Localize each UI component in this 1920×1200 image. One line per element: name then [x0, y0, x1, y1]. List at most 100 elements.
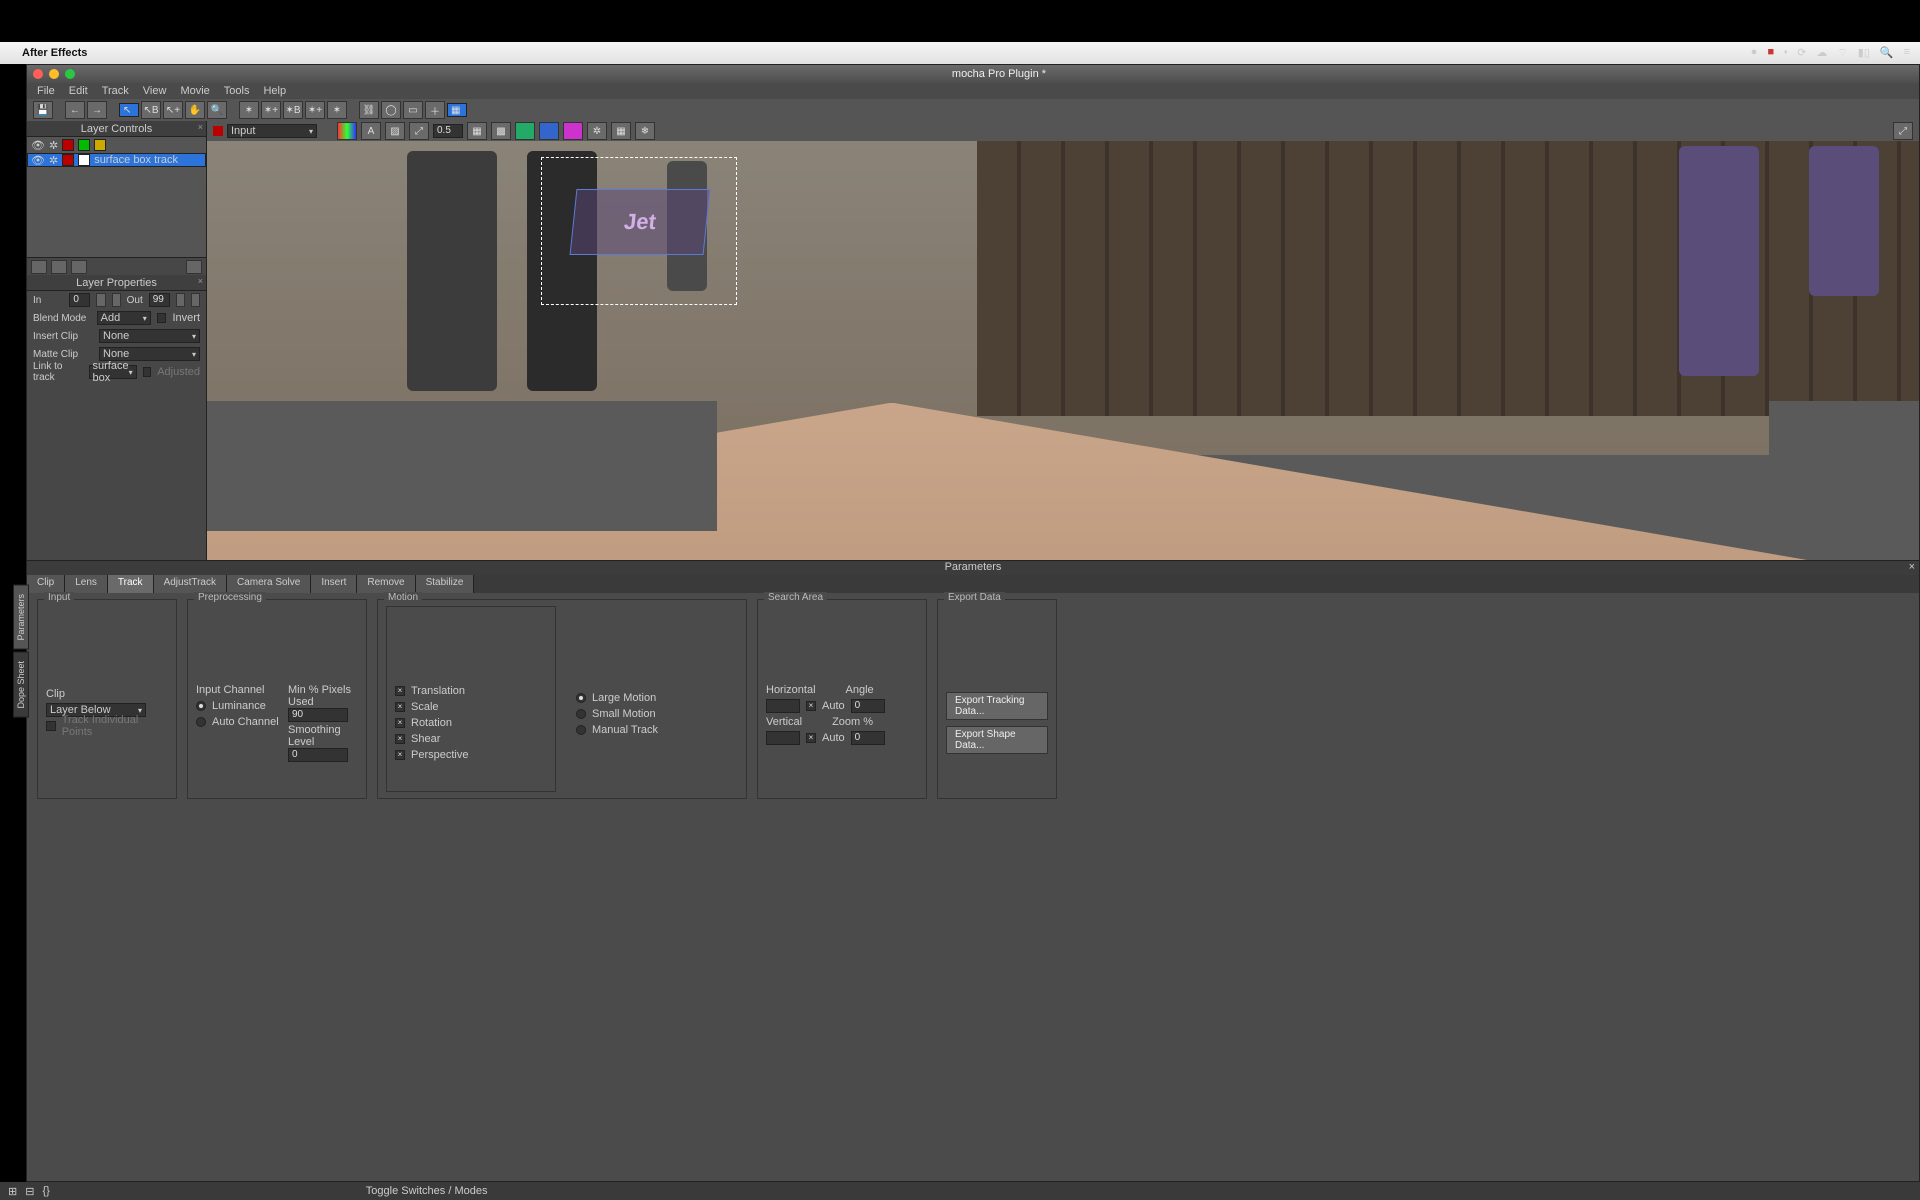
delete-layer-icon[interactable]	[71, 260, 87, 274]
bezier-add-icon[interactable]: ✶+	[305, 101, 325, 119]
expand-icon[interactable]: ⤢	[1893, 122, 1913, 140]
view-b-icon[interactable]: ▩	[491, 122, 511, 140]
select-plus-tool-icon[interactable]: ↖+	[163, 101, 183, 119]
menu-track[interactable]: Track	[102, 85, 129, 97]
add-point-icon[interactable]: ＋	[425, 101, 445, 119]
insert-clip-select[interactable]: None▾	[99, 329, 200, 343]
adjusted-checkbox[interactable]	[143, 367, 152, 377]
export-tracking-button[interactable]: Export Tracking Data...	[946, 692, 1048, 720]
source-select[interactable]: Input▾	[227, 124, 317, 138]
layer-color-swatch[interactable]	[62, 139, 74, 151]
gear-icon[interactable]: ✲	[49, 139, 58, 152]
h-auto-checkbox[interactable]: ×	[806, 701, 816, 711]
tab-clip[interactable]: Clip	[27, 575, 65, 593]
view-gear-icon[interactable]: ✲	[587, 122, 607, 140]
select-tool-icon[interactable]: ↖	[119, 103, 139, 117]
angle-field[interactable]: 0	[851, 699, 885, 713]
zoom-tool-icon[interactable]: 🔍	[207, 101, 227, 119]
auto-channel-radio[interactable]	[196, 717, 206, 727]
rect-tool-icon[interactable]: ▭	[403, 101, 423, 119]
close-icon[interactable]	[33, 69, 43, 79]
in-set-icon[interactable]	[96, 293, 105, 307]
tab-lens[interactable]: Lens	[65, 575, 108, 593]
zoom-icon[interactable]	[65, 69, 75, 79]
scale-checkbox[interactable]: ×	[395, 702, 405, 712]
new-layer-icon[interactable]	[31, 260, 47, 274]
link-to-track-select[interactable]: surface box▾	[89, 365, 137, 379]
view-grid-icon[interactable]: ▦	[611, 122, 631, 140]
view-green-icon[interactable]	[515, 122, 535, 140]
layer-color-swatch[interactable]	[78, 139, 90, 151]
export-shape-button[interactable]: Export Shape Data...	[946, 726, 1048, 754]
layer-color-swatch[interactable]	[62, 154, 74, 166]
blend-mode-select[interactable]: Add▾	[97, 311, 151, 325]
invert-checkbox[interactable]	[157, 313, 167, 323]
save-icon[interactable]: 💾	[33, 101, 53, 119]
layer-color-swatch[interactable]	[78, 154, 90, 166]
panel-close-icon[interactable]: ×	[198, 276, 203, 286]
xspline-tool-icon[interactable]: ✶	[239, 101, 259, 119]
magnetic-tool-icon[interactable]: ✶	[327, 101, 347, 119]
translation-checkbox[interactable]: ×	[395, 686, 405, 696]
v-auto-checkbox[interactable]: ×	[806, 733, 816, 743]
layer-row[interactable]: 👁 ✲ surface box track	[27, 153, 206, 167]
smoothing-field[interactable]: 0	[288, 748, 348, 762]
view-a-icon[interactable]: ▦	[467, 122, 487, 140]
back-icon[interactable]: ←	[65, 101, 85, 119]
fwd-icon[interactable]: →	[87, 101, 107, 119]
dup-layer-icon[interactable]	[51, 260, 67, 274]
menu-file[interactable]: File	[37, 85, 55, 97]
minpx-field[interactable]: 90	[288, 708, 348, 722]
manual-track-radio[interactable]	[576, 725, 586, 735]
horizontal-field[interactable]	[766, 699, 800, 713]
zoom-reset-icon[interactable]: ⤢	[409, 122, 429, 140]
bezier-tool-icon[interactable]: ✶B	[283, 101, 303, 119]
tab-remove[interactable]: Remove	[357, 575, 415, 593]
menu-help[interactable]: Help	[263, 85, 286, 97]
vertical-field[interactable]	[766, 731, 800, 745]
layer-row[interactable]: 👁 ✲	[27, 137, 206, 153]
side-tab-dope-sheet[interactable]: Dope Sheet	[13, 652, 29, 718]
footer-icon[interactable]: {}	[42, 1185, 49, 1197]
small-motion-radio[interactable]	[576, 709, 586, 719]
menu-view[interactable]: View	[143, 85, 167, 97]
gear-icon[interactable]: ✲	[49, 154, 58, 167]
in-field[interactable]: 0	[69, 293, 90, 307]
large-motion-radio[interactable]	[576, 693, 586, 703]
rotation-checkbox[interactable]: ×	[395, 718, 405, 728]
surface-box[interactable]: Jet	[570, 189, 711, 255]
lasso-tool-icon[interactable]: ◯	[381, 101, 401, 119]
view-mag-icon[interactable]	[563, 122, 583, 140]
alpha-icon[interactable]: A	[361, 122, 381, 140]
hand-tool-icon[interactable]: ✋	[185, 101, 205, 119]
luminance-radio[interactable]	[196, 701, 206, 711]
eye-icon[interactable]: 👁	[31, 154, 45, 167]
zoom-pct-field[interactable]: 0	[851, 731, 885, 745]
minimize-icon[interactable]	[49, 69, 59, 79]
panel-close-icon[interactable]: ×	[198, 122, 203, 132]
side-tab-parameters[interactable]: Parameters	[13, 585, 29, 650]
view-snow-icon[interactable]: ❄	[635, 122, 655, 140]
tab-insert[interactable]: Insert	[311, 575, 357, 593]
xspline-add-icon[interactable]: ✶+	[261, 101, 281, 119]
view-blue-icon[interactable]	[539, 122, 559, 140]
track-individual-checkbox[interactable]	[46, 721, 56, 731]
shear-checkbox[interactable]: ×	[395, 734, 405, 744]
group-layer-icon[interactable]	[186, 260, 202, 274]
tab-stabilize[interactable]: Stabilize	[416, 575, 475, 593]
overlay-icon[interactable]: ▨	[385, 122, 405, 140]
out-set-icon[interactable]	[176, 293, 185, 307]
panel-close-icon[interactable]: ×	[1909, 561, 1915, 573]
select-b-tool-icon[interactable]: ↖B	[141, 101, 161, 119]
footer-icon[interactable]: ⊟	[25, 1185, 34, 1198]
menu-movie[interactable]: Movie	[180, 85, 209, 97]
in-reset-icon[interactable]	[112, 293, 121, 307]
matte-clip-select[interactable]: None▾	[99, 347, 200, 361]
link-tool-icon[interactable]: ⛓	[359, 101, 379, 119]
out-reset-icon[interactable]	[191, 293, 200, 307]
toggle-switches-label[interactable]: Toggle Switches / Modes	[366, 1185, 488, 1197]
perspective-checkbox[interactable]: ×	[395, 750, 405, 760]
tab-camera-solve[interactable]: Camera Solve	[227, 575, 311, 593]
tab-track[interactable]: Track	[108, 575, 154, 593]
footer-icon[interactable]: ⊞	[8, 1185, 17, 1198]
